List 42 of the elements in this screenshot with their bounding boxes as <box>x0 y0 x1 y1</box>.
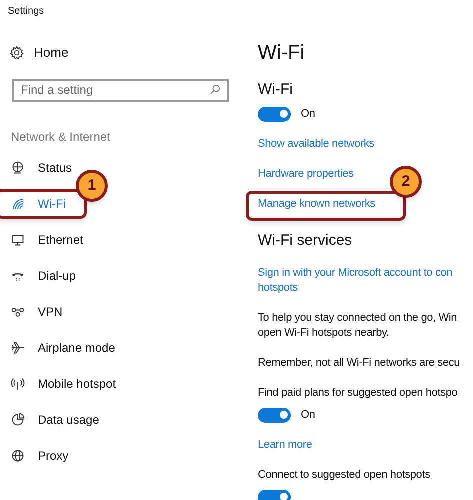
sidebar-item[interactable]: VPN <box>0 294 65 330</box>
airplane-icon <box>11 341 25 355</box>
sidebar-item[interactable]: Proxy <box>0 438 71 474</box>
settings-icon <box>10 46 24 60</box>
link[interactable]: Manage known networks <box>258 197 376 212</box>
sidebar-item[interactable]: Dial-up <box>0 258 78 294</box>
toggle-switch[interactable] <box>258 408 291 422</box>
sidebar-item[interactable]: Airplane mode <box>0 330 118 366</box>
toggle-switch[interactable] <box>258 490 291 500</box>
link[interactable]: Hardware properties <box>258 167 354 182</box>
home-link[interactable]: Home <box>34 43 69 63</box>
page-title: Wi-Fi <box>258 41 305 66</box>
globe-monitor-icon <box>11 161 25 175</box>
toggle-state-label: On <box>301 106 316 122</box>
description-text: Remember, not all Wi-Fi networks are secu <box>258 356 460 371</box>
callout-number: 2 <box>390 166 422 198</box>
sidebar-item[interactable]: Status <box>0 150 74 186</box>
section-heading: Wi-Fi <box>258 80 293 100</box>
callout-number: 1 <box>76 170 108 202</box>
monitor-icon <box>11 233 25 247</box>
sidebar-item[interactable]: Data usage <box>0 402 102 438</box>
toggle-switch[interactable] <box>258 106 291 122</box>
link[interactable]: Sign in with your Microsoft account to con hotspots <box>258 266 453 296</box>
link[interactable]: Learn more <box>258 438 312 453</box>
section-heading: Wi-Fi services <box>258 231 352 251</box>
search-field[interactable]: Find a setting <box>12 78 229 102</box>
section-label: Network & Internet <box>10 130 110 144</box>
sidebar-item[interactable]: Mobile hotspot <box>0 366 118 402</box>
pie-chart-icon <box>11 413 25 427</box>
globe-icon <box>11 449 25 463</box>
antenna-icon <box>11 377 25 391</box>
link[interactable]: Show available networks <box>258 137 374 152</box>
description-text: To help you stay connected on the go, Win open Wi-Fi hotspots nearby. <box>258 311 458 341</box>
sidebar-item[interactable]: Wi-Fi <box>0 186 68 222</box>
wifi-icon <box>11 197 25 211</box>
description-text: Connect to suggested open hotspots <box>258 468 430 483</box>
window-title: Settings <box>7 5 44 18</box>
sidebar-item[interactable]: Ethernet <box>0 222 86 258</box>
description-text: Find paid plans for suggested open hotspo <box>258 386 458 401</box>
vpn-icon <box>11 305 25 319</box>
search-icon <box>210 84 221 95</box>
toggle-state-label: On <box>301 408 316 423</box>
